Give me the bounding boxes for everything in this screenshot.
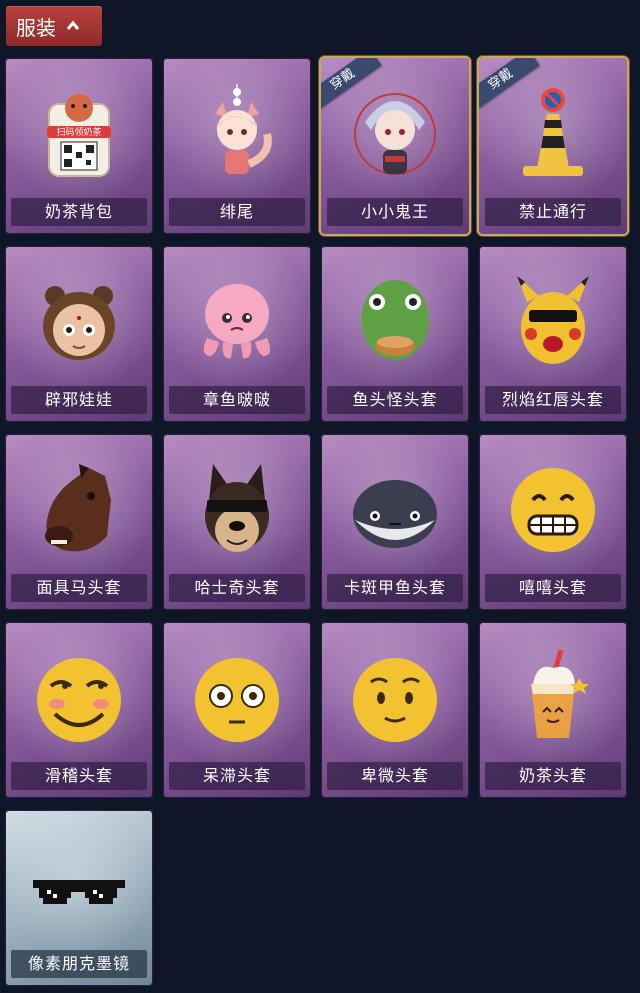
costume-label: 呆滞头套 — [169, 762, 305, 790]
costume-card[interactable]: 章鱼啵啵 — [163, 246, 311, 422]
fish-ball-icon — [353, 480, 437, 548]
milk-tea-cup-icon — [531, 649, 589, 738]
traffic-cone-icon — [523, 88, 583, 176]
costume-card-equipped[interactable]: 穿戴 禁止通行 — [479, 58, 627, 234]
costume-label: 哈士奇头套 — [169, 574, 305, 602]
costume-label: 小小鬼王 — [327, 198, 463, 226]
milk-tea-backpack-icon: 扫码领奶茶 — [47, 94, 111, 177]
category-title: 服装 — [16, 15, 56, 40]
little-ghost-king-icon — [354, 93, 436, 175]
costume-card[interactable]: 鱼头怪头套 — [321, 246, 469, 422]
costume-card[interactable]: 卡斑甲鱼头套 — [321, 434, 469, 610]
costume-card[interactable]: 扫码领奶茶 奶茶背包 — [5, 58, 153, 234]
funny-emoji-icon — [37, 658, 121, 742]
costume-label: 滑稽头套 — [11, 762, 147, 790]
costume-label: 禁止通行 — [485, 198, 621, 226]
costume-label: 奶茶背包 — [11, 198, 147, 226]
costume-card[interactable]: 呆滞头套 — [163, 622, 311, 798]
chevron-up-icon — [66, 20, 80, 30]
costume-card[interactable]: 哈士奇头套 — [163, 434, 311, 610]
octopus-icon — [203, 284, 271, 359]
costume-label: 鱼头怪头套 — [327, 386, 463, 414]
pleading-emoji-icon — [353, 658, 437, 742]
pikachu-mask-icon — [517, 276, 589, 364]
doll-icon — [43, 286, 115, 360]
costume-card[interactable]: 卑微头套 — [321, 622, 469, 798]
costume-label: 像素朋克墨镜 — [11, 950, 147, 978]
costume-card[interactable]: 辟邪娃娃 — [5, 246, 153, 422]
costume-card[interactable]: 嘻嘻头套 — [479, 434, 627, 610]
husky-mask-icon — [205, 464, 269, 552]
costume-card[interactable]: 奶茶头套 — [479, 622, 627, 798]
qr-caption: 扫码领奶茶 — [56, 126, 101, 138]
costume-card-equipped[interactable]: 穿戴 小小鬼王 — [321, 58, 469, 234]
costume-label: 卑微头套 — [327, 762, 463, 790]
costume-label: 奶茶头套 — [485, 762, 621, 790]
fish-head-icon — [361, 280, 429, 360]
costume-card[interactable]: 滑稽头套 — [5, 622, 153, 798]
pixel-sunglasses-icon — [33, 880, 125, 904]
costume-card[interactable]: 绯尾 — [163, 58, 311, 234]
costume-grid: 扫码领奶茶 奶茶背包 绯尾 穿戴 小小鬼王 穿戴 禁止通行 辟邪娃娃 章鱼啵啵 … — [5, 58, 627, 986]
costume-label: 辟邪娃娃 — [11, 386, 147, 414]
blank-stare-emoji-icon — [195, 658, 279, 742]
grin-emoji-icon — [511, 468, 595, 552]
costume-label: 卡斑甲鱼头套 — [327, 574, 463, 602]
costume-label: 面具马头套 — [11, 574, 147, 602]
fox-girl-charm-icon — [215, 84, 272, 174]
horse-mask-icon — [45, 464, 111, 552]
costume-label: 章鱼啵啵 — [169, 386, 305, 414]
costume-label: 烈焰红唇头套 — [485, 386, 621, 414]
costume-card[interactable]: 烈焰红唇头套 — [479, 246, 627, 422]
costume-card[interactable]: 面具马头套 — [5, 434, 153, 610]
costume-label: 嘻嘻头套 — [485, 574, 621, 602]
costume-card[interactable]: 像素朋克墨镜 — [5, 810, 153, 986]
costume-label: 绯尾 — [169, 198, 305, 226]
costume-category-button[interactable]: 服装 — [6, 6, 102, 46]
